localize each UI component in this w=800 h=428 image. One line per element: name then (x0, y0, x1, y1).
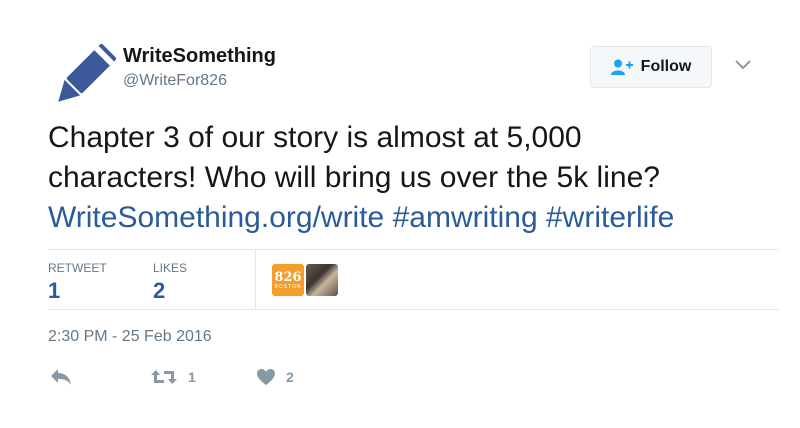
reply-icon (51, 369, 71, 385)
follow-label: Follow (640, 58, 692, 75)
author-name[interactable]: WriteSomething (123, 45, 276, 68)
avatar[interactable] (48, 42, 118, 112)
add-user-icon (610, 59, 633, 75)
likers-avatars: 826 BOSTON (272, 264, 338, 296)
liker-badge-city: BOSTON (274, 283, 302, 290)
tweet-link[interactable]: WriteSomething.org/write (48, 201, 384, 234)
reply-button[interactable] (50, 366, 72, 388)
follow-button[interactable]: Follow (590, 46, 712, 88)
tweet-text-line-1: Chapter 3 of our story is almost at 5,00… (48, 121, 582, 154)
retweet-stat-count[interactable]: 1 (48, 278, 60, 304)
stats-separator (255, 250, 256, 309)
retweet-stat-label: RETWEET (48, 261, 107, 275)
pencil-icon (58, 43, 117, 102)
likes-stat-count[interactable]: 2 (153, 278, 165, 304)
author-handle[interactable]: @WriteFor826 (123, 72, 227, 90)
liker-avatar-826boston[interactable]: 826 BOSTON (272, 264, 304, 296)
like-button[interactable]: 2 (256, 366, 294, 388)
retweet-button[interactable]: 1 (150, 366, 196, 388)
hashtag-writerlife[interactable]: #writerlife (546, 201, 674, 234)
chevron-down-icon[interactable] (734, 58, 752, 72)
heart-icon (257, 369, 275, 385)
divider (48, 309, 779, 310)
hashtag-amwriting[interactable]: #amwriting (393, 201, 538, 234)
liker-avatar-photo[interactable] (306, 264, 338, 296)
likes-stat-label: LIKES (153, 261, 188, 275)
tweet-text: Chapter 3 of our story is almost at 5,00… (48, 118, 768, 238)
like-action-count: 2 (286, 369, 294, 385)
retweet-action-count: 1 (188, 369, 196, 385)
tweet-timestamp[interactable]: 2:30 PM - 25 Feb 2016 (48, 328, 212, 346)
divider (48, 249, 779, 250)
tweet-text-line-2: characters! Who will bring us over the 5… (48, 161, 660, 194)
retweet-icon (151, 370, 177, 384)
liker-badge-number: 826 (274, 269, 302, 285)
